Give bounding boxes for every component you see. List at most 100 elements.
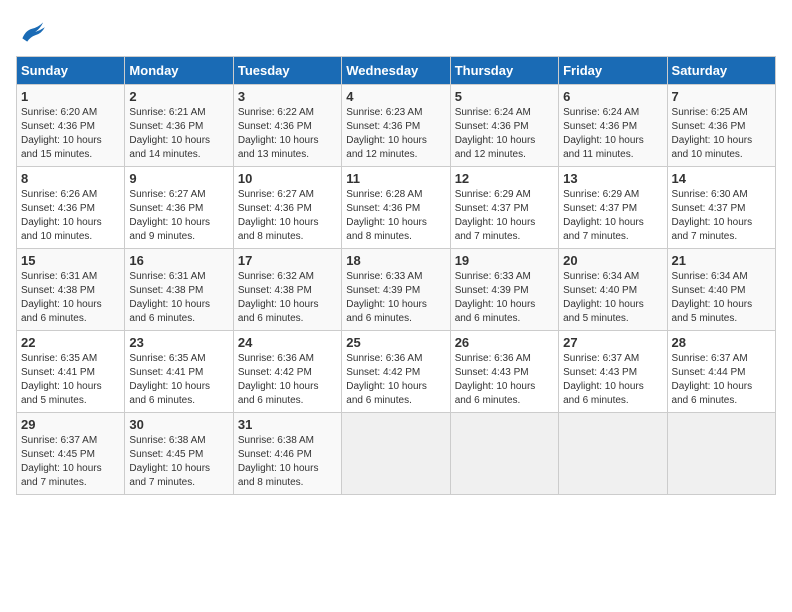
calendar-cell: 17 Sunrise: 6:32 AMSunset: 4:38 PMDaylig… [233, 249, 341, 331]
calendar-cell: 26 Sunrise: 6:36 AMSunset: 4:43 PMDaylig… [450, 331, 558, 413]
calendar-cell: 30 Sunrise: 6:38 AMSunset: 4:45 PMDaylig… [125, 413, 233, 495]
day-number: 17 [238, 253, 337, 268]
logo [16, 16, 52, 48]
day-number: 27 [563, 335, 662, 350]
day-info: Sunrise: 6:22 AMSunset: 4:36 PMDaylight:… [238, 107, 319, 160]
day-number: 13 [563, 171, 662, 186]
day-info: Sunrise: 6:25 AMSunset: 4:36 PMDaylight:… [672, 107, 753, 160]
calendar-cell: 10 Sunrise: 6:27 AMSunset: 4:36 PMDaylig… [233, 167, 341, 249]
day-info: Sunrise: 6:27 AMSunset: 4:36 PMDaylight:… [238, 189, 319, 242]
day-info: Sunrise: 6:21 AMSunset: 4:36 PMDaylight:… [129, 107, 210, 160]
day-number: 23 [129, 335, 228, 350]
calendar-cell: 2 Sunrise: 6:21 AMSunset: 4:36 PMDayligh… [125, 85, 233, 167]
day-number: 18 [346, 253, 445, 268]
calendar-cell: 7 Sunrise: 6:25 AMSunset: 4:36 PMDayligh… [667, 85, 775, 167]
day-number: 4 [346, 89, 445, 104]
calendar-cell: 6 Sunrise: 6:24 AMSunset: 4:36 PMDayligh… [559, 85, 667, 167]
calendar-cell: 18 Sunrise: 6:33 AMSunset: 4:39 PMDaylig… [342, 249, 450, 331]
day-number: 19 [455, 253, 554, 268]
calendar-cell: 16 Sunrise: 6:31 AMSunset: 4:38 PMDaylig… [125, 249, 233, 331]
day-info: Sunrise: 6:27 AMSunset: 4:36 PMDaylight:… [129, 189, 210, 242]
week-row-4: 22 Sunrise: 6:35 AMSunset: 4:41 PMDaylig… [17, 331, 776, 413]
calendar-cell: 9 Sunrise: 6:27 AMSunset: 4:36 PMDayligh… [125, 167, 233, 249]
day-info: Sunrise: 6:31 AMSunset: 4:38 PMDaylight:… [21, 271, 102, 324]
day-info: Sunrise: 6:36 AMSunset: 4:42 PMDaylight:… [238, 353, 319, 406]
day-number: 7 [672, 89, 771, 104]
calendar-cell: 31 Sunrise: 6:38 AMSunset: 4:46 PMDaylig… [233, 413, 341, 495]
day-number: 20 [563, 253, 662, 268]
calendar-cell: 19 Sunrise: 6:33 AMSunset: 4:39 PMDaylig… [450, 249, 558, 331]
calendar-cell: 15 Sunrise: 6:31 AMSunset: 4:38 PMDaylig… [17, 249, 125, 331]
calendar-cell: 12 Sunrise: 6:29 AMSunset: 4:37 PMDaylig… [450, 167, 558, 249]
day-number: 9 [129, 171, 228, 186]
day-info: Sunrise: 6:34 AMSunset: 4:40 PMDaylight:… [672, 271, 753, 324]
day-number: 28 [672, 335, 771, 350]
header-day-wednesday: Wednesday [342, 57, 450, 85]
calendar-cell [342, 413, 450, 495]
day-number: 6 [563, 89, 662, 104]
header-day-friday: Friday [559, 57, 667, 85]
header-row: SundayMondayTuesdayWednesdayThursdayFrid… [17, 57, 776, 85]
day-info: Sunrise: 6:33 AMSunset: 4:39 PMDaylight:… [455, 271, 536, 324]
day-info: Sunrise: 6:37 AMSunset: 4:45 PMDaylight:… [21, 435, 102, 488]
day-info: Sunrise: 6:24 AMSunset: 4:36 PMDaylight:… [563, 107, 644, 160]
day-info: Sunrise: 6:23 AMSunset: 4:36 PMDaylight:… [346, 107, 427, 160]
day-info: Sunrise: 6:29 AMSunset: 4:37 PMDaylight:… [563, 189, 644, 242]
day-info: Sunrise: 6:24 AMSunset: 4:36 PMDaylight:… [455, 107, 536, 160]
day-number: 24 [238, 335, 337, 350]
day-info: Sunrise: 6:36 AMSunset: 4:43 PMDaylight:… [455, 353, 536, 406]
day-info: Sunrise: 6:29 AMSunset: 4:37 PMDaylight:… [455, 189, 536, 242]
day-number: 30 [129, 417, 228, 432]
calendar-cell: 23 Sunrise: 6:35 AMSunset: 4:41 PMDaylig… [125, 331, 233, 413]
calendar-table: SundayMondayTuesdayWednesdayThursdayFrid… [16, 56, 776, 495]
day-info: Sunrise: 6:35 AMSunset: 4:41 PMDaylight:… [129, 353, 210, 406]
calendar-cell [450, 413, 558, 495]
day-number: 21 [672, 253, 771, 268]
calendar-cell: 14 Sunrise: 6:30 AMSunset: 4:37 PMDaylig… [667, 167, 775, 249]
day-number: 15 [21, 253, 120, 268]
day-number: 1 [21, 89, 120, 104]
day-info: Sunrise: 6:26 AMSunset: 4:36 PMDaylight:… [21, 189, 102, 242]
logo-bird-icon [16, 16, 48, 48]
header-day-sunday: Sunday [17, 57, 125, 85]
day-number: 16 [129, 253, 228, 268]
week-row-2: 8 Sunrise: 6:26 AMSunset: 4:36 PMDayligh… [17, 167, 776, 249]
day-info: Sunrise: 6:30 AMSunset: 4:37 PMDaylight:… [672, 189, 753, 242]
calendar-header: SundayMondayTuesdayWednesdayThursdayFrid… [17, 57, 776, 85]
day-info: Sunrise: 6:33 AMSunset: 4:39 PMDaylight:… [346, 271, 427, 324]
header-day-tuesday: Tuesday [233, 57, 341, 85]
day-number: 8 [21, 171, 120, 186]
calendar-cell: 21 Sunrise: 6:34 AMSunset: 4:40 PMDaylig… [667, 249, 775, 331]
day-number: 26 [455, 335, 554, 350]
day-info: Sunrise: 6:31 AMSunset: 4:38 PMDaylight:… [129, 271, 210, 324]
calendar-cell: 1 Sunrise: 6:20 AMSunset: 4:36 PMDayligh… [17, 85, 125, 167]
calendar-cell: 28 Sunrise: 6:37 AMSunset: 4:44 PMDaylig… [667, 331, 775, 413]
calendar-cell: 25 Sunrise: 6:36 AMSunset: 4:42 PMDaylig… [342, 331, 450, 413]
week-row-5: 29 Sunrise: 6:37 AMSunset: 4:45 PMDaylig… [17, 413, 776, 495]
week-row-3: 15 Sunrise: 6:31 AMSunset: 4:38 PMDaylig… [17, 249, 776, 331]
calendar-cell: 27 Sunrise: 6:37 AMSunset: 4:43 PMDaylig… [559, 331, 667, 413]
calendar-cell: 8 Sunrise: 6:26 AMSunset: 4:36 PMDayligh… [17, 167, 125, 249]
day-info: Sunrise: 6:35 AMSunset: 4:41 PMDaylight:… [21, 353, 102, 406]
day-info: Sunrise: 6:20 AMSunset: 4:36 PMDaylight:… [21, 107, 102, 160]
day-info: Sunrise: 6:34 AMSunset: 4:40 PMDaylight:… [563, 271, 644, 324]
day-info: Sunrise: 6:38 AMSunset: 4:46 PMDaylight:… [238, 435, 319, 488]
day-number: 12 [455, 171, 554, 186]
day-number: 29 [21, 417, 120, 432]
page-header [16, 16, 776, 48]
day-number: 22 [21, 335, 120, 350]
day-info: Sunrise: 6:36 AMSunset: 4:42 PMDaylight:… [346, 353, 427, 406]
calendar-cell: 24 Sunrise: 6:36 AMSunset: 4:42 PMDaylig… [233, 331, 341, 413]
calendar-body: 1 Sunrise: 6:20 AMSunset: 4:36 PMDayligh… [17, 85, 776, 495]
header-day-saturday: Saturday [667, 57, 775, 85]
week-row-1: 1 Sunrise: 6:20 AMSunset: 4:36 PMDayligh… [17, 85, 776, 167]
day-info: Sunrise: 6:38 AMSunset: 4:45 PMDaylight:… [129, 435, 210, 488]
calendar-cell [559, 413, 667, 495]
calendar-cell [667, 413, 775, 495]
calendar-cell: 20 Sunrise: 6:34 AMSunset: 4:40 PMDaylig… [559, 249, 667, 331]
day-info: Sunrise: 6:32 AMSunset: 4:38 PMDaylight:… [238, 271, 319, 324]
day-number: 11 [346, 171, 445, 186]
day-number: 5 [455, 89, 554, 104]
day-number: 2 [129, 89, 228, 104]
day-info: Sunrise: 6:37 AMSunset: 4:44 PMDaylight:… [672, 353, 753, 406]
